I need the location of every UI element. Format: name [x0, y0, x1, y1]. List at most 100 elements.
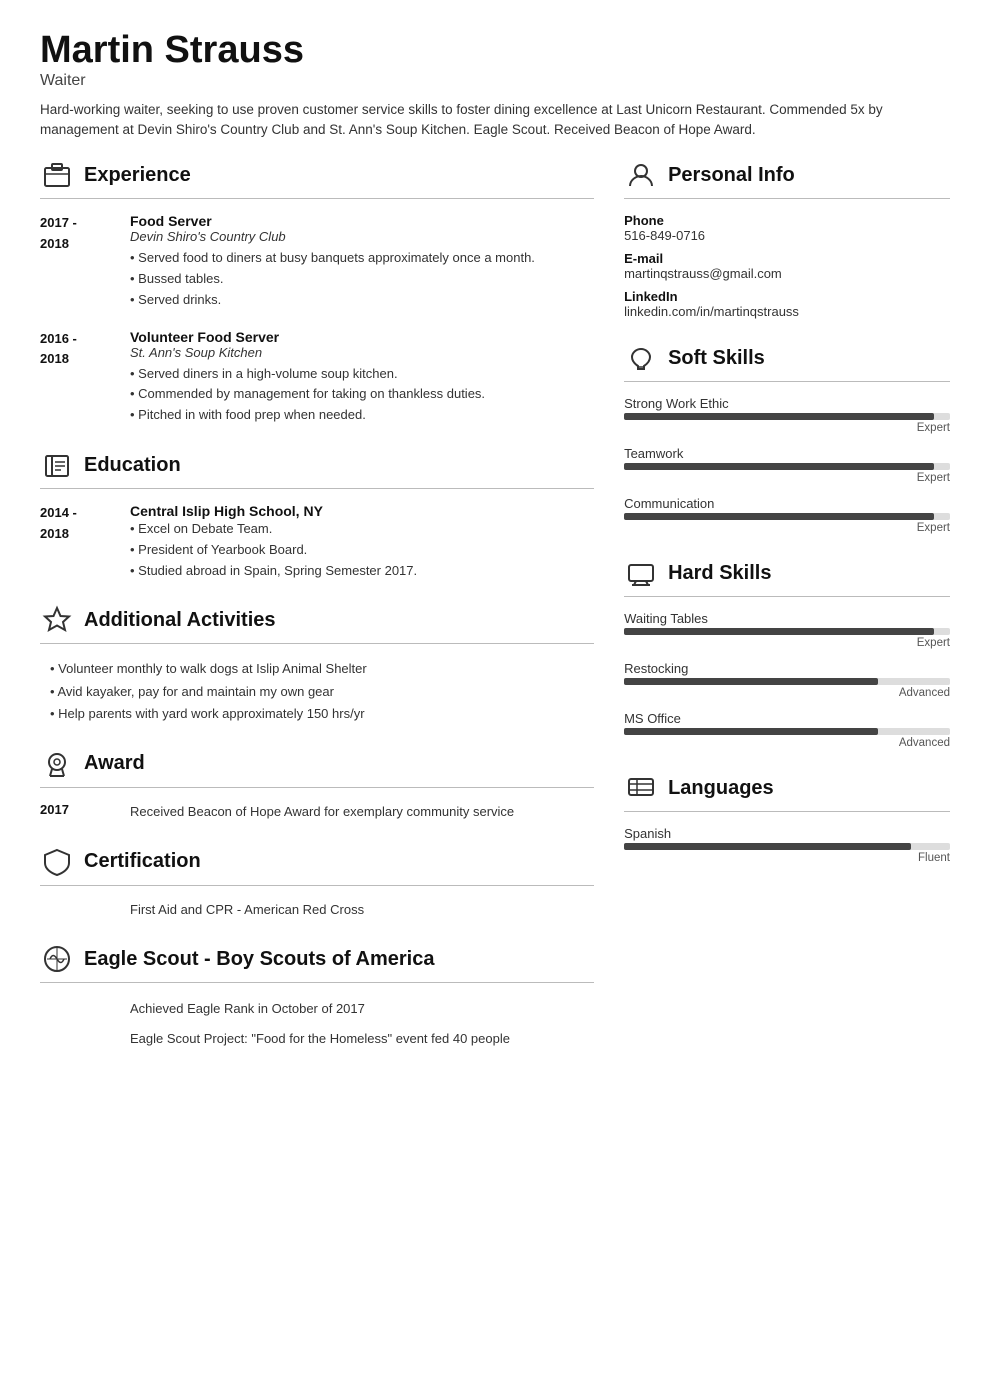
activities-title: Additional Activities	[84, 609, 276, 632]
certification-header: Certification	[40, 845, 594, 879]
skill-name: MS Office	[624, 711, 950, 726]
languages-header: Languages	[624, 771, 950, 805]
activities-divider	[40, 643, 594, 644]
candidate-summary: Hard-working waiter, seeking to use prov…	[40, 100, 950, 141]
skill-level: Expert	[624, 637, 950, 649]
education-section: Education 2014 -2018 Central Islip High …	[40, 448, 594, 581]
activities-header: Additional Activities	[40, 603, 594, 637]
education-divider	[40, 488, 594, 489]
bullet: Served drinks.	[130, 290, 594, 311]
soft-skills-icon	[624, 341, 658, 375]
bullet: President of Yearbook Board.	[130, 540, 594, 561]
soft-skills-divider	[624, 381, 950, 382]
email-label: E-mail	[624, 251, 950, 266]
bullet: Excel on Debate Team.	[130, 519, 594, 540]
hard-skills-section: Hard Skills Waiting Tables Expert Restoc…	[624, 556, 950, 749]
education-icon	[40, 448, 74, 482]
activities-icon	[40, 603, 74, 637]
linkedin-block: LinkedIn linkedin.com/in/martinqstrauss	[624, 289, 950, 319]
activities-section: Additional Activities Volunteer monthly …	[40, 603, 594, 724]
resume-page: Martin Strauss Waiter Hard-working waite…	[0, 0, 990, 1400]
experience-header: Experience	[40, 158, 594, 192]
two-column-layout: Experience 2017 -2018 Food Server Devin …	[40, 158, 950, 1072]
soft-skills-section: Soft Skills Strong Work Ethic Expert Tea…	[624, 341, 950, 534]
eagle-scout-icon	[40, 942, 74, 976]
eagle-scout-text: Achieved Eagle Rank in October of 2017 E…	[40, 997, 594, 1050]
experience-icon	[40, 158, 74, 192]
experience-content-2: Volunteer Food Server St. Ann's Soup Kit…	[130, 329, 594, 426]
language-1: Spanish Fluent	[624, 826, 950, 864]
award-icon	[40, 747, 74, 781]
skill-bar-bg	[624, 463, 950, 470]
award-divider	[40, 787, 594, 788]
personal-info-title: Personal Info	[668, 164, 795, 187]
skill-name: Teamwork	[624, 446, 950, 461]
certification-divider	[40, 885, 594, 886]
skill-bar-fill	[624, 513, 934, 520]
skill-bar-fill	[624, 463, 934, 470]
phone-block: Phone 516-849-0716	[624, 213, 950, 243]
right-column: Personal Info Phone 516-849-0716 E-mail …	[624, 158, 950, 886]
personal-info-divider	[624, 198, 950, 199]
soft-skill-2: Teamwork Expert	[624, 446, 950, 484]
edu-date-1: 2014 -2018	[40, 503, 110, 581]
edu-bullets-1: Excel on Debate Team. President of Yearb…	[130, 519, 594, 581]
hard-skills-title: Hard Skills	[668, 562, 771, 585]
left-column: Experience 2017 -2018 Food Server Devin …	[40, 158, 594, 1072]
experience-section: Experience 2017 -2018 Food Server Devin …	[40, 158, 594, 426]
hard-skill-1: Waiting Tables Expert	[624, 611, 950, 649]
hard-skills-header: Hard Skills	[624, 556, 950, 590]
candidate-title: Waiter	[40, 72, 950, 90]
certification-text: First Aid and CPR - American Red Cross	[40, 900, 594, 921]
skill-name: Spanish	[624, 826, 950, 841]
personal-info-icon	[624, 158, 658, 192]
skill-bar-fill	[624, 413, 934, 420]
skill-bar-bg	[624, 513, 950, 520]
skill-level: Expert	[624, 422, 950, 434]
eagle-scout-section: Eagle Scout - Boy Scouts of America Achi…	[40, 942, 594, 1050]
skill-level: Expert	[624, 472, 950, 484]
award-entry-1: 2017 Received Beacon of Hope Award for e…	[40, 802, 594, 823]
linkedin-value: linkedin.com/in/martinqstrauss	[624, 304, 950, 319]
eagle-scout-divider	[40, 982, 594, 983]
education-entry-1: 2014 -2018 Central Islip High School, NY…	[40, 503, 594, 581]
skill-bar-fill	[624, 843, 911, 850]
experience-date-1: 2017 -2018	[40, 213, 110, 310]
eagle-scout-title: Eagle Scout - Boy Scouts of America	[84, 948, 434, 971]
skill-bar-bg	[624, 728, 950, 735]
activity-item: Avid kayaker, pay for and maintain my ow…	[50, 681, 594, 703]
job-title-1: Food Server	[130, 213, 594, 229]
experience-entry-2: 2016 -2018 Volunteer Food Server St. Ann…	[40, 329, 594, 426]
skill-name: Strong Work Ethic	[624, 396, 950, 411]
skill-bar-bg	[624, 628, 950, 635]
candidate-name: Martin Strauss	[40, 30, 950, 72]
skill-bar-fill	[624, 728, 878, 735]
experience-title: Experience	[84, 164, 191, 187]
hard-skills-divider	[624, 596, 950, 597]
bullet: Bussed tables.	[130, 269, 594, 290]
hard-skill-3: MS Office Advanced	[624, 711, 950, 749]
job-org-1: Devin Shiro's Country Club	[130, 229, 594, 244]
award-title: Award	[84, 752, 145, 775]
skill-bar-bg	[624, 843, 950, 850]
languages-title: Languages	[668, 777, 774, 800]
languages-section: Languages Spanish Fluent	[624, 771, 950, 864]
job-org-2: St. Ann's Soup Kitchen	[130, 345, 594, 360]
certification-title: Certification	[84, 850, 201, 873]
skill-level: Advanced	[624, 737, 950, 749]
soft-skills-title: Soft Skills	[668, 347, 765, 370]
school-name-1: Central Islip High School, NY	[130, 503, 594, 519]
languages-divider	[624, 811, 950, 812]
bullet: Served food to diners at busy banquets a…	[130, 248, 594, 269]
skill-level: Fluent	[624, 852, 950, 864]
certification-icon	[40, 845, 74, 879]
activity-item: Help parents with yard work approximatel…	[50, 703, 594, 725]
eagle-line-2: Eagle Scout Project: "Food for the Homel…	[130, 1027, 594, 1050]
email-value: martinqstrauss@gmail.com	[624, 266, 950, 281]
linkedin-label: LinkedIn	[624, 289, 950, 304]
soft-skill-1: Strong Work Ethic Expert	[624, 396, 950, 434]
skill-level: Advanced	[624, 687, 950, 699]
award-year-1: 2017	[40, 802, 110, 823]
activities-list: Volunteer monthly to walk dogs at Islip …	[40, 658, 594, 724]
hard-skill-2: Restocking Advanced	[624, 661, 950, 699]
